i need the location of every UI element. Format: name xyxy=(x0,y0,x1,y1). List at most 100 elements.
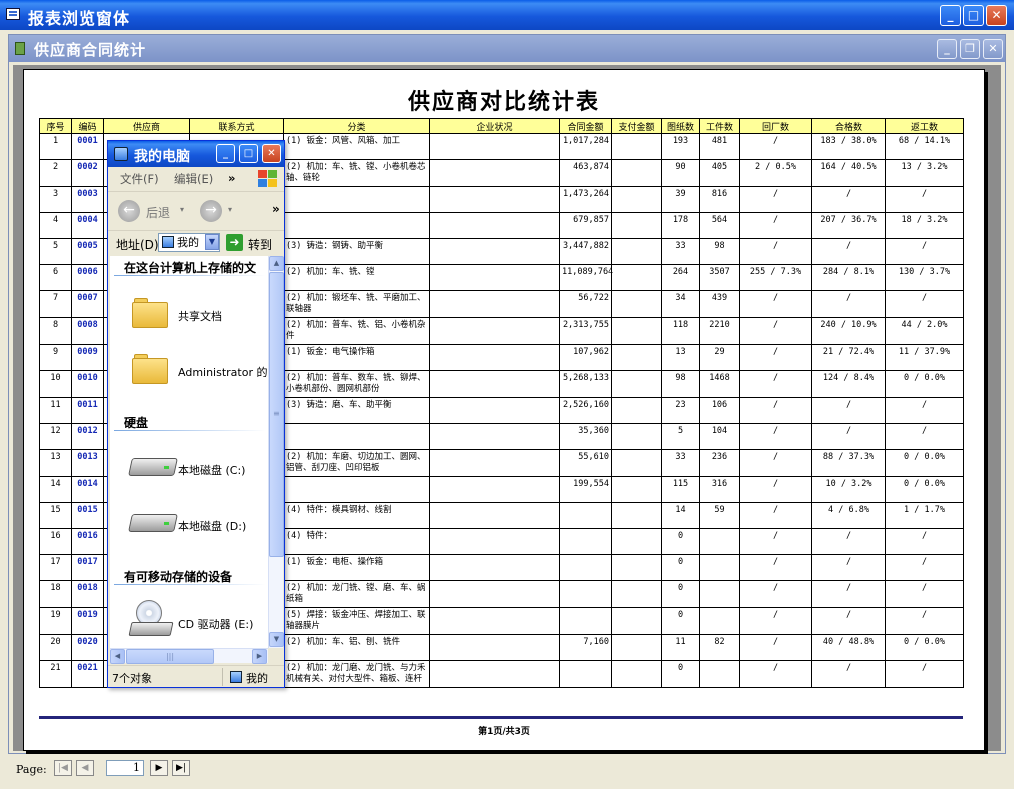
supplier-code-cell: 0020 xyxy=(71,634,104,661)
file-list-pane[interactable]: 在这台计算机上存储的文 共享文档 Administrator 的文 硬盘 本地磁… xyxy=(110,256,268,648)
back-label[interactable]: 后退 xyxy=(146,204,170,221)
scroll-left-icon[interactable]: ◀ xyxy=(110,649,125,664)
item-disk-c[interactable]: 本地磁盘 (C:) xyxy=(178,462,245,478)
hard-disk-icon[interactable] xyxy=(128,508,178,534)
table-cell: (2) 机加：车、铣、镗 xyxy=(283,264,430,291)
child-restore-button[interactable]: ❐ xyxy=(960,39,980,59)
vertical-scrollbar[interactable]: ▲ ≡ ▼ xyxy=(268,256,284,648)
table-cell xyxy=(559,660,612,688)
table-cell: 236 xyxy=(699,449,740,477)
chevron-down-icon[interactable]: ▼ xyxy=(205,234,219,250)
column-header: 返工数 xyxy=(885,118,964,134)
table-cell: / xyxy=(885,423,964,450)
table-cell: 255 / 7.3% xyxy=(739,264,812,291)
table-cell xyxy=(429,476,560,503)
menu-file[interactable]: 文件(F) xyxy=(120,171,159,187)
table-cell: 13 xyxy=(661,344,700,371)
folder-icon[interactable] xyxy=(132,354,168,384)
horizontal-scroll-thumb[interactable]: ||| xyxy=(126,649,214,664)
item-admin-documents[interactable]: Administrator 的文 xyxy=(178,364,268,380)
table-cell: 115 xyxy=(661,476,700,503)
scroll-up-icon[interactable]: ▲ xyxy=(269,256,284,271)
supplier-code-cell: 0011 xyxy=(71,397,104,424)
table-cell xyxy=(429,159,560,187)
go-button-label[interactable]: 转到 xyxy=(248,236,272,253)
table-cell: (2) 机加：车、铣、镗、小卷机卷芯轴、链轮 xyxy=(283,159,430,187)
mc-close-button[interactable]: ✕ xyxy=(262,144,281,163)
my-computer-title-bar[interactable]: 我的电脑 _ □ ✕ xyxy=(108,141,284,167)
minimize-button[interactable]: _ xyxy=(940,5,961,26)
menu-edit[interactable]: 编辑(E) xyxy=(174,171,213,187)
shared-folder-icon[interactable] xyxy=(132,298,168,328)
item-disk-d[interactable]: 本地磁盘 (D:) xyxy=(178,518,246,534)
go-arrow-icon[interactable]: ➜ xyxy=(226,234,243,251)
hard-disk-icon[interactable] xyxy=(128,452,178,478)
forward-dropdown-icon[interactable]: ▾ xyxy=(228,205,232,214)
table-cell: 18 / 3.2% xyxy=(885,212,964,239)
table-cell xyxy=(611,317,662,345)
page-number-input[interactable]: 1 xyxy=(106,760,144,776)
table-cell: 10 xyxy=(39,370,72,398)
table-cell: / xyxy=(739,344,812,371)
maximize-button[interactable]: □ xyxy=(963,5,984,26)
page-label: Page: xyxy=(16,763,47,776)
horizontal-scrollbar[interactable]: ◀ ||| ▶ xyxy=(110,648,268,664)
table-cell: (2) 机加：龙门铣、镗、磨、车、蜗纸箱 xyxy=(283,580,430,608)
computer-icon xyxy=(230,671,242,683)
group-header-files: 在这台计算机上存储的文 xyxy=(124,261,257,275)
table-cell xyxy=(429,212,560,239)
table-cell xyxy=(429,133,560,160)
table-cell: 5 xyxy=(661,423,700,450)
table-cell: (1) 钣金：风管、风箱、加工 xyxy=(283,133,430,160)
table-cell: 8 xyxy=(39,317,72,345)
child-close-button[interactable]: ✕ xyxy=(983,39,1003,59)
mc-maximize-button[interactable]: □ xyxy=(239,144,258,163)
scroll-right-icon[interactable]: ▶ xyxy=(252,649,267,664)
previous-page-button[interactable]: ◀ xyxy=(76,760,94,776)
mc-minimize-button[interactable]: _ xyxy=(216,144,235,163)
table-cell: (3) 铸造：磨、车、助平衡 xyxy=(283,397,430,424)
table-cell: 2,526,160 xyxy=(559,397,612,424)
table-cell xyxy=(429,344,560,371)
vertical-scroll-thumb[interactable]: ≡ xyxy=(269,272,284,557)
cd-drive-icon[interactable] xyxy=(128,600,174,640)
table-cell: / xyxy=(739,397,812,424)
table-header-row: 序号 编码 供应商 联系方式 分类 企业状况 合同金额 支付金额 图纸数 工件数 回厂数 合格数 返工数 xyxy=(39,118,964,134)
back-dropdown-icon[interactable]: ▾ xyxy=(180,205,184,214)
table-cell: 207 / 36.7% xyxy=(811,212,886,239)
next-page-button[interactable]: ▶ xyxy=(150,760,168,776)
table-cell: / xyxy=(739,528,812,555)
menu-overflow[interactable]: » xyxy=(228,171,235,185)
table-cell: 106 xyxy=(699,397,740,424)
table-cell xyxy=(429,607,560,635)
table-cell: / xyxy=(739,476,812,503)
table-cell: 6 xyxy=(39,264,72,291)
first-page-button[interactable]: |◀ xyxy=(54,760,72,776)
last-page-button[interactable]: ▶| xyxy=(172,760,190,776)
supplier-code-cell: 0018 xyxy=(71,580,104,608)
forward-arrow-icon[interactable]: → xyxy=(200,200,222,222)
group-header-disks: 硬盘 xyxy=(124,416,149,430)
scroll-down-icon[interactable]: ▼ xyxy=(269,632,284,647)
my-computer-window[interactable]: 我的电脑 _ □ ✕ 文件(F) 编辑(E) » ← 后退 ▾ → ▾ » 地址… xyxy=(107,140,285,688)
table-cell: (2) 机加：车、铝、刨、铣件 xyxy=(283,634,430,661)
mc-status-bar: 7个对象 我的 xyxy=(108,665,284,687)
app-title-bar: 报表浏览窗体 _ □ ✕ xyxy=(0,0,1014,30)
child-minimize-button[interactable]: _ xyxy=(937,39,957,59)
table-cell: 11 / 37.9% xyxy=(885,344,964,371)
table-cell: 11 xyxy=(39,397,72,424)
back-arrow-icon[interactable]: ← xyxy=(118,200,140,222)
table-cell: 199,554 xyxy=(559,476,612,503)
close-button[interactable]: ✕ xyxy=(986,5,1007,26)
table-cell: / xyxy=(739,133,812,160)
item-cd-drive[interactable]: CD 驱动器 (E:) xyxy=(178,616,253,632)
toolbar-overflow[interactable]: » xyxy=(272,202,280,216)
table-cell: 0 / 0.0% xyxy=(885,370,964,398)
item-shared-documents[interactable]: 共享文档 xyxy=(178,308,222,324)
table-cell: / xyxy=(811,397,886,424)
table-cell: 35,360 xyxy=(559,423,612,450)
table-cell: 463,874 xyxy=(559,159,612,187)
table-cell: 21 / 72.4% xyxy=(811,344,886,371)
table-cell: / xyxy=(739,634,812,661)
supplier-code-cell: 0009 xyxy=(71,344,104,371)
